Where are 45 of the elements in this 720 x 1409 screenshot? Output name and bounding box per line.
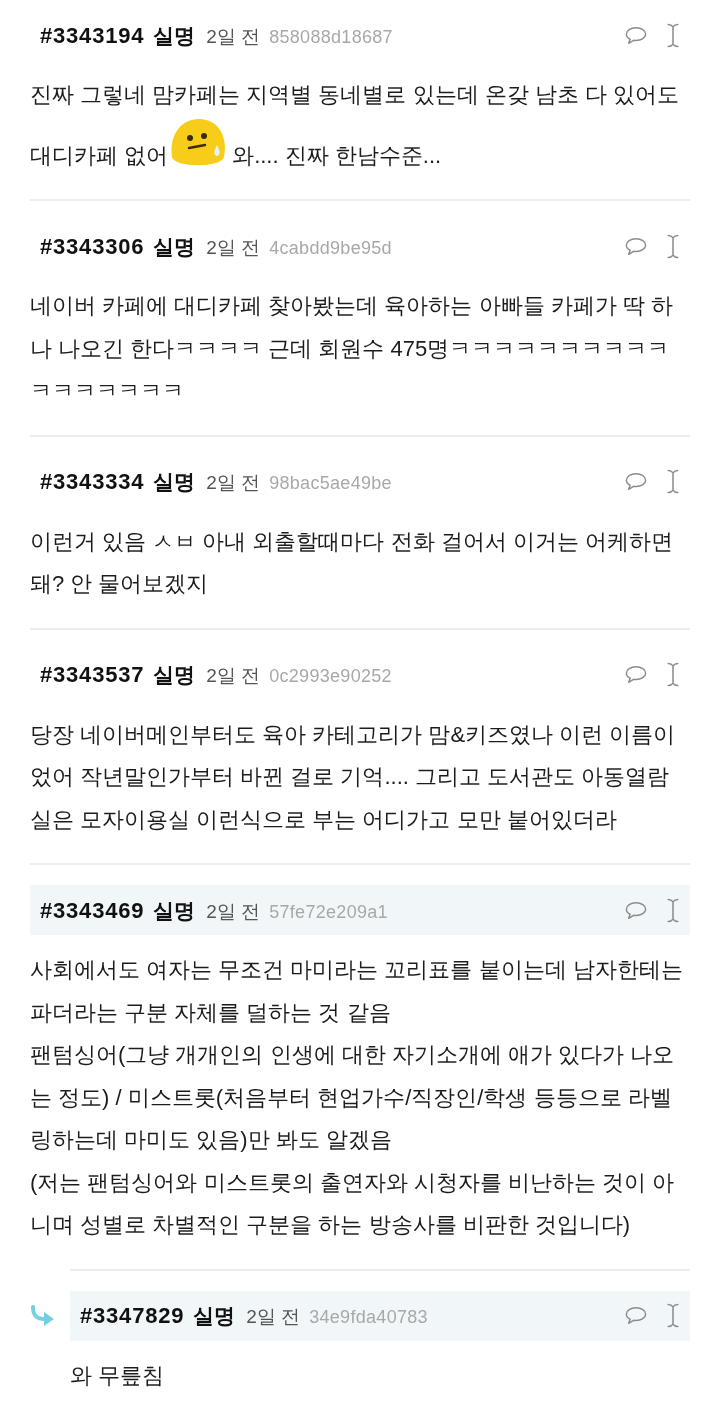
author-label: 실명 <box>153 233 196 260</box>
text-cursor-icon[interactable] <box>667 233 679 259</box>
text-cursor-icon[interactable] <box>667 897 679 923</box>
comment-number: #3343334 <box>40 468 145 496</box>
speech-bubble-icon[interactable] <box>625 1306 647 1325</box>
text-cursor-icon[interactable] <box>667 22 679 48</box>
comment-text: 이런거 있음 ㅅㅂ 아내 외출할때마다 전화 걸어서 이거는 어케하면 돼? 안 물어보겠지 <box>30 527 674 598</box>
speech-bubble-icon[interactable] <box>625 25 647 45</box>
post-time: 2일 전 <box>206 471 261 495</box>
post-time: 2일 전 <box>206 24 261 49</box>
user-hash: 4cabdd9be95d <box>269 236 392 260</box>
post-time: 2일 전 <box>206 899 261 924</box>
comment-text: 진짜 그렇네 맘카페는 지역별 동네별로 있는데 온갖 남초 다 있어도 대디카페 없어 와.... 진짜 한남수준... <box>30 81 680 171</box>
comment-number: #3343306 <box>40 232 145 261</box>
reply-arrow-icon <box>30 1304 56 1327</box>
author-label: 실명 <box>153 22 196 49</box>
user-hash: 34e9fda40783 <box>309 1306 428 1329</box>
post-time: 2일 전 <box>206 235 261 260</box>
post-time: 2일 전 <box>206 664 261 688</box>
text-cursor-icon[interactable] <box>667 662 679 687</box>
comment-text: 와 무릎침 <box>70 1361 166 1390</box>
comment-text: (저는 팬텀싱어와 미스트롯의 출연자와 시청자를 비난하는 것이 아니며 성별로 차별적인 구분을 하는 방송사를 비판한 것입니다) <box>30 1168 676 1239</box>
comment-text: 팬텀싱어(그냥 개개인의 인생에 대한 자기소개에 애가 있다가 나오는 정도) / 미스트롯(처음부터 현업가수/직장인/학생 등등으로 라벨링하는데 마미도 있음)만 봐도 알겠음 <box>30 1041 676 1154</box>
text-cursor-icon[interactable] <box>667 469 679 494</box>
comment-text: 당장 네이버메인부터도 육아 카테고리가 맘&키즈였나 이런 이름이었어 작년말인가부터 바뀐 걸로 기억.... 그리고 도서관도 아동열람실은 모자이용실 이런식으로 부는 어디가고 모만 붙어있더라 <box>30 720 677 834</box>
speech-bubble-icon[interactable] <box>625 236 647 256</box>
comment-number: #3347829 <box>80 1302 185 1330</box>
user-hash: 57fe72e209a1 <box>269 900 388 924</box>
comment-text: 네이버 카페에 대디카페 찾아봤는데 육아하는 아빠들 카페가 딱 하나 나오긴 한다ㅋㅋㅋㅋ 근데 회원수 475명ㅋㅋㅋㅋㅋㅋㅋㅋㅋㅋㅋㅋㅋㅋㅋㅋㅋ <box>30 292 674 405</box>
text-cursor-icon[interactable] <box>667 1303 679 1328</box>
comment-text: 사회에서도 여자는 무조건 마미라는 꼬리표를 붙이는데 남자한테는 파더라는 구분 자체를 덜하는 것 같음 <box>30 956 684 1027</box>
speech-bubble-icon[interactable] <box>625 900 647 920</box>
author-label: 실명 <box>193 1303 236 1329</box>
comment-number: #3343537 <box>40 661 145 689</box>
speech-bubble-icon[interactable] <box>625 665 647 684</box>
author-label: 실명 <box>153 897 196 924</box>
user-hash: 98bac5ae49be <box>269 472 392 495</box>
user-hash: 0c2993e90252 <box>269 665 392 688</box>
post-time: 2일 전 <box>246 1305 301 1329</box>
comment-number: #3343194 <box>40 21 145 50</box>
author-label: 실명 <box>153 469 196 495</box>
author-label: 실명 <box>153 662 196 688</box>
comment-number: #3343469 <box>40 896 145 925</box>
user-hash: 858088d18687 <box>269 25 393 49</box>
speech-bubble-icon[interactable] <box>625 472 647 491</box>
